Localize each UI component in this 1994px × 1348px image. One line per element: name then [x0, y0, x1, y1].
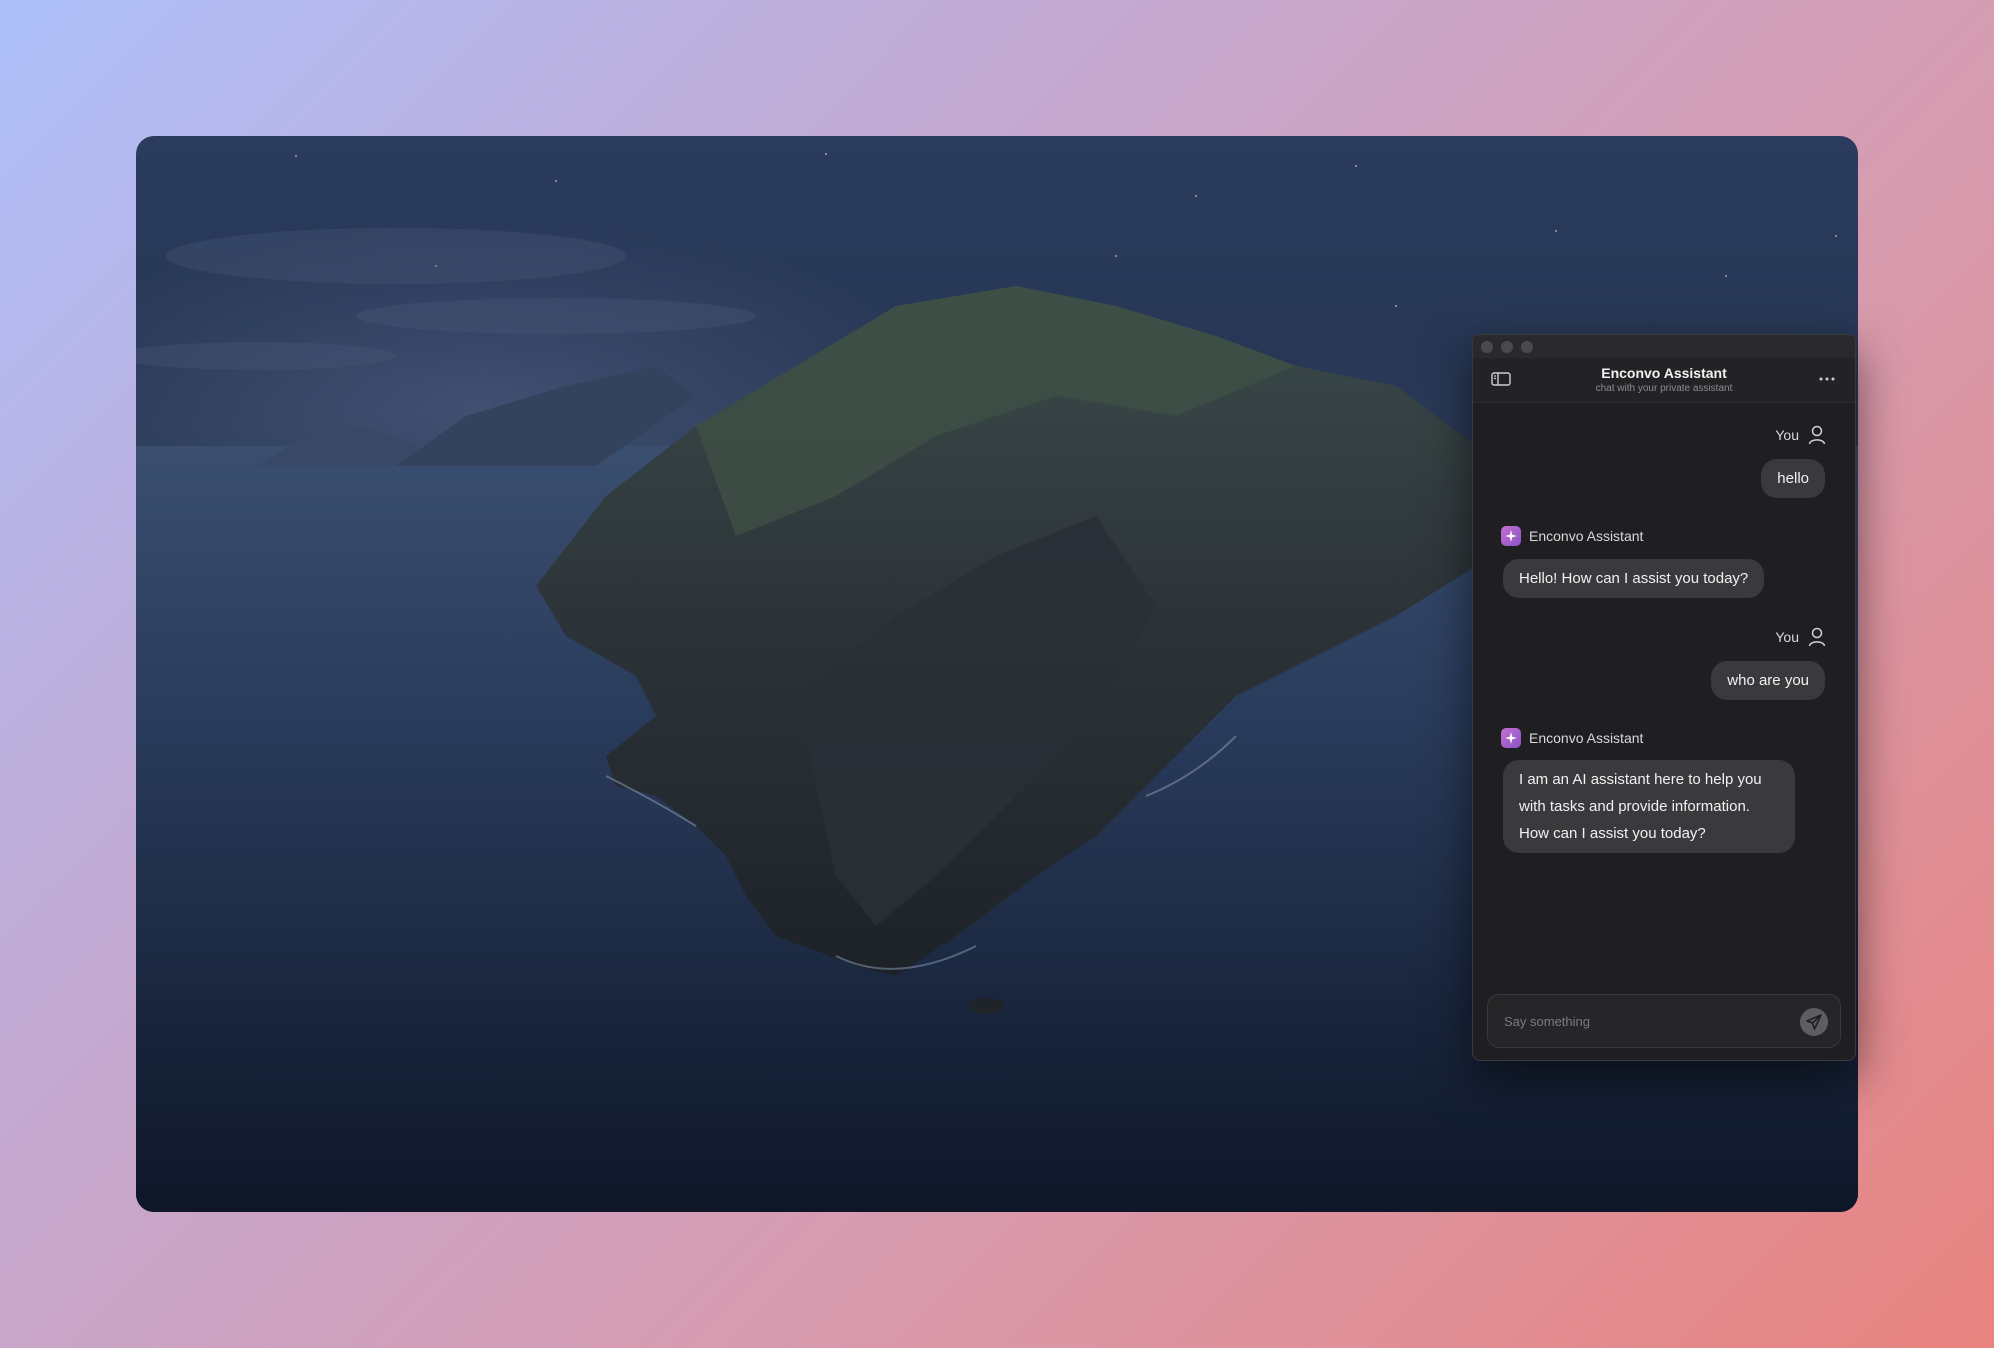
message-sender: Enconvo Assistant: [1501, 728, 1643, 748]
sparkle-icon: [1501, 526, 1521, 546]
sender-name: Enconvo Assistant: [1529, 730, 1644, 746]
message-list[interactable]: You hello Enconvo Assistant Hello! How c…: [1473, 403, 1855, 980]
sender-name: Enconvo Assistant: [1529, 528, 1644, 544]
maximize-window-button[interactable]: [1521, 341, 1533, 353]
message-bubble: who are you: [1711, 661, 1825, 700]
close-window-button[interactable]: [1481, 341, 1493, 353]
message-sender: Enconvo Assistant: [1501, 526, 1643, 546]
window-subtitle: chat with your private assistant: [1595, 383, 1733, 394]
user-icon: [1807, 627, 1827, 647]
message-composer: [1487, 994, 1841, 1048]
user-icon: [1807, 425, 1827, 445]
send-icon: [1806, 1014, 1822, 1030]
sender-name: You: [1775, 629, 1799, 645]
window-titlebar[interactable]: [1473, 335, 1855, 359]
message-bubble: Hello! How can I assist you today?: [1503, 559, 1765, 598]
message-sender: You: [1775, 425, 1827, 445]
message-bubble: I am an AI assistant here to help you wi…: [1503, 760, 1795, 853]
window-title: Enconvo Assistant: [1601, 365, 1727, 381]
minimize-window-button[interactable]: [1501, 341, 1513, 353]
sparkle-icon: [1501, 728, 1521, 748]
send-button[interactable]: [1800, 1008, 1828, 1036]
message-input[interactable]: [1504, 995, 1794, 1047]
sender-name: You: [1775, 427, 1799, 443]
chat-header: Enconvo Assistant chat with your private…: [1473, 359, 1855, 403]
message-bubble: hello: [1761, 459, 1825, 498]
more-options-button[interactable]: [1815, 367, 1839, 391]
message-sender: You: [1775, 627, 1827, 647]
chat-window: Enconvo Assistant chat with your private…: [1472, 334, 1856, 1061]
more-horizontal-icon: [1819, 377, 1835, 381]
